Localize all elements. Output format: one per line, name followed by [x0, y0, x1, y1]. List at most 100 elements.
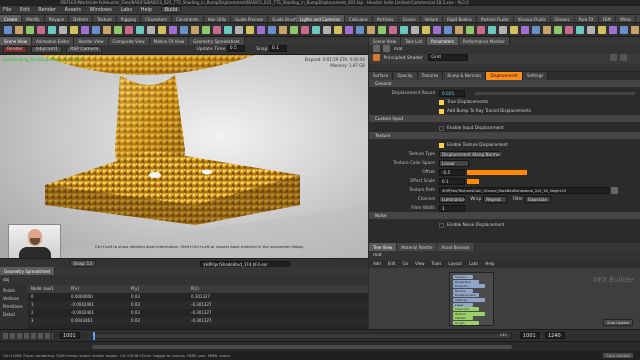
shelf-tool-icon[interactable]: [158, 26, 166, 34]
shelf-tab[interactable]: Pyro FX: [574, 15, 599, 22]
shader-node-port[interactable]: Rough: [453, 321, 479, 325]
shader-node-port[interactable]: Dispersion: [453, 279, 479, 284]
shelf-tool-icon[interactable]: [367, 26, 375, 34]
shader-node-port[interactable]: Displacement: [453, 293, 479, 298]
section-noise[interactable]: Noise: [369, 212, 640, 220]
tab-geometry-spreadsheet[interactable]: Geometry Spreadsheet: [189, 37, 245, 45]
timeline-track[interactable]: [92, 333, 512, 339]
tab-tree-view[interactable]: Tree View: [369, 243, 398, 251]
tab-composite-view[interactable]: Composite View: [108, 37, 150, 45]
shelf-tool-icon[interactable]: [620, 26, 628, 34]
shelf-tool-icon[interactable]: [213, 26, 221, 34]
shelf-tool-icon[interactable]: [565, 26, 573, 34]
shelf-tool-icon[interactable]: [180, 26, 188, 34]
shelf-tool-icon[interactable]: [191, 26, 199, 34]
menu-help[interactable]: Help: [141, 7, 152, 13]
render-button[interactable]: Render: [3, 46, 28, 53]
shelf-tool-icon[interactable]: [70, 26, 78, 34]
camera-selector[interactable]: /obj/cam1: [31, 46, 62, 53]
shelf-tool-icon[interactable]: [92, 26, 100, 34]
file-browse-icon[interactable]: [611, 186, 618, 194]
auto-update-button[interactable]: Auto Update: [602, 352, 634, 359]
shelf-tab[interactable]: Deform: [69, 15, 94, 22]
shelf-tool-icon[interactable]: [400, 26, 408, 34]
shelf-tool-icon[interactable]: [279, 26, 287, 34]
shelf-tool-icon[interactable]: [103, 26, 111, 34]
effect-scale-slider[interactable]: [467, 178, 479, 184]
shelf-tool-icon[interactable]: [356, 26, 364, 34]
shelf-tool-icon[interactable]: [587, 26, 595, 34]
shelf-tool-icon[interactable]: [422, 26, 430, 34]
shelf-tool-icon[interactable]: [81, 26, 89, 34]
update-time-field[interactable]: 0.5: [226, 45, 245, 52]
wrap-select[interactable]: Repeat: [483, 195, 508, 203]
shelf-tab[interactable]: Grains: [398, 15, 421, 22]
section-texture[interactable]: Texture: [369, 132, 640, 140]
shelf-tool-icon[interactable]: [433, 26, 441, 34]
shelf-tool-icon[interactable]: [554, 26, 562, 34]
tab-scene-view[interactable]: Scene View: [0, 37, 32, 45]
shelf-tool-icon[interactable]: [125, 26, 133, 34]
tab-take-list[interactable]: Take List: [400, 37, 428, 45]
offset-field[interactable]: -0.5: [439, 168, 465, 176]
shelf-tool-icon[interactable]: [543, 26, 551, 34]
shelf-tool-icon[interactable]: [246, 26, 254, 34]
color-space-select[interactable]: Linear: [439, 159, 469, 167]
offset-slider[interactable]: [467, 169, 527, 175]
shelf-tab[interactable]: Texture: [93, 15, 117, 22]
back-arrow-icon[interactable]: [373, 45, 380, 52]
channel-select[interactable]: Luminance: [439, 195, 465, 203]
spreadsheet-header-cell[interactable]: Node: box1: [28, 285, 68, 293]
shelf-tool-icon[interactable]: [334, 26, 342, 34]
render-viewport[interactable]: /out/Shading_Sm/ShapePlane_1s1 (1/1) Ela…: [0, 55, 368, 258]
shader-node-box[interactable]: Surface Dispersion Emission Normal Displacem…: [449, 272, 494, 326]
shelf-tool-icon[interactable]: [290, 26, 298, 34]
network-menu-item[interactable]: Go: [403, 261, 409, 266]
desktop-build-selector[interactable]: Build: [160, 6, 182, 13]
snap-frame-readout[interactable]: Snap: 13: [70, 260, 96, 267]
shelf-tool-icon[interactable]: [444, 26, 452, 34]
tab-asset-browser[interactable]: Asset Browser: [437, 243, 475, 251]
shelf-tab[interactable]: Hair Utils: [203, 15, 231, 22]
shelf-tab[interactable]: Crowds: [636, 15, 640, 22]
shelf-tool-icon[interactable]: [37, 26, 45, 34]
disp-round-slider[interactable]: [475, 92, 635, 95]
texture-type-select[interactable]: Displacement Along Normal: [439, 150, 501, 158]
network-menu-item[interactable]: Add: [373, 261, 381, 266]
shelf-tool-icon[interactable]: [224, 26, 232, 34]
spreadsheet-header-cell[interactable]: P[y]: [128, 285, 188, 293]
filter-width-field[interactable]: 1: [439, 204, 465, 212]
texture-path-field[interactable]: $HIP/tex/TexturesCom_Ground_RockBedSands…: [439, 186, 609, 194]
shelf-tool-icon[interactable]: [488, 26, 496, 34]
shelf-tab[interactable]: Lights and Cameras: [296, 15, 345, 22]
network-menu-item[interactable]: Tools: [432, 261, 442, 266]
shelf-tool-icon[interactable]: [202, 26, 210, 34]
shelf-tool-icon[interactable]: [301, 26, 309, 34]
spreadsheet-class-item[interactable]: Points: [0, 287, 28, 295]
shelf-tool-icon[interactable]: [169, 26, 177, 34]
tab-geometry-spreadsheet-lower[interactable]: Geometry Spreadsheet: [0, 267, 56, 275]
shelf-tool-icon[interactable]: [466, 26, 474, 34]
ptab-textures[interactable]: Textures: [417, 72, 444, 80]
network-canvas[interactable]: VEX Builder Surface Dispersion Emission Nor…: [369, 268, 640, 329]
node-name-field[interactable]: Grid: [428, 54, 469, 61]
shelf-tool-icon[interactable]: [631, 26, 639, 34]
shelf-tab[interactable]: Oceans: [550, 15, 575, 22]
shelf-tab[interactable]: Constraints: [171, 15, 204, 22]
shelf-tool-icon[interactable]: [510, 26, 518, 34]
network-menu-item[interactable]: View: [415, 261, 425, 266]
shelf-tool-icon[interactable]: [59, 26, 67, 34]
shelf-tool-icon[interactable]: [598, 26, 606, 34]
shelf-tab[interactable]: FEM: [598, 15, 616, 22]
tab-performance-monitor[interactable]: Performance Monitor: [459, 37, 510, 45]
ptab-opacity[interactable]: Opacity: [393, 72, 418, 80]
spreadsheet-path[interactable]: obj: [3, 277, 9, 282]
shelf-tool-icon[interactable]: [15, 26, 23, 34]
range-slider[interactable]: [92, 345, 512, 349]
shelf-tab[interactable]: Modify: [22, 15, 45, 22]
shelf-tool-icon[interactable]: [609, 26, 617, 34]
shelf-tool-icon[interactable]: [576, 26, 584, 34]
shelf-tool-icon[interactable]: [147, 26, 155, 34]
spreadsheet-class-item[interactable]: Vertices: [0, 295, 28, 303]
range-end-field[interactable]: 1240: [545, 332, 565, 339]
